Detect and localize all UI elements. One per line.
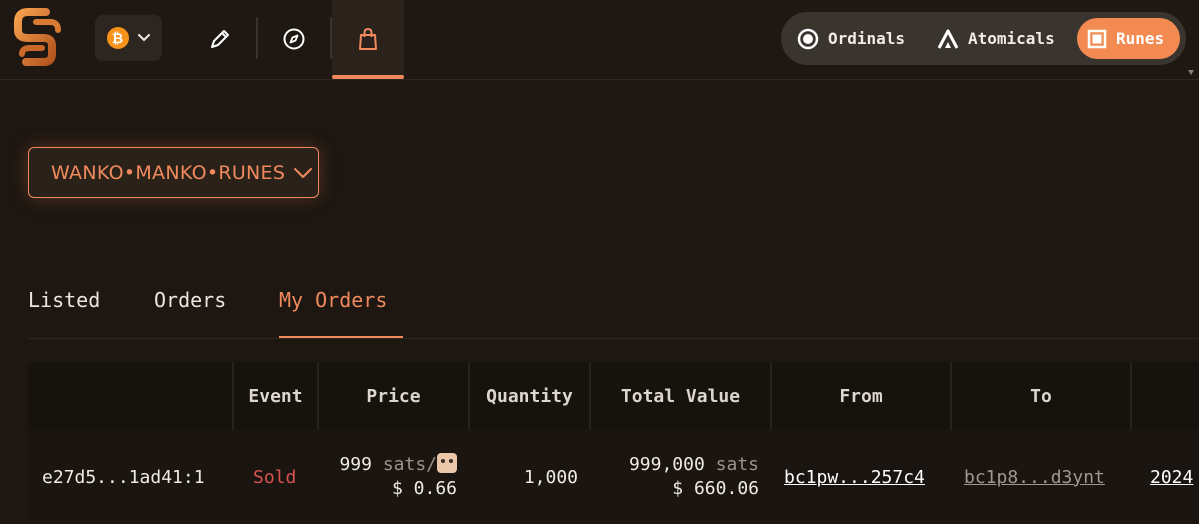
tab-orders[interactable]: Orders [154,285,226,339]
total-unit: sats [715,454,759,475]
rune-selector-dropdown[interactable]: WANKO•MANKO•RUNES [28,147,319,198]
tab-listed-label: Listed [28,288,101,312]
bitcoin-icon: ₿ [106,27,129,49]
table-header: Event Price Quantity Total Value From To [28,362,1199,430]
column-header-quantity[interactable]: Quantity [470,362,591,430]
protocol-switcher: Ordinals Atomicals Runes [781,12,1186,65]
event-cell: Sold [253,466,297,488]
scroll-down-arrow-icon[interactable] [1188,58,1194,76]
pencil-icon [211,30,229,48]
nav-explore-button[interactable] [258,0,330,78]
nav-create-button[interactable] [184,0,256,78]
chevron-down-icon [137,34,150,42]
price-unit: sats/ [382,454,437,475]
chevron-down-icon [294,167,313,178]
tabs-divider [28,338,1199,339]
column-header-outpoint [28,362,234,430]
price-cell: 999 sats/ $ 0.66 [319,430,457,524]
from-address-link[interactable]: bc1pw...257c4 [784,467,925,488]
shopping-bag-icon [359,27,377,50]
table-row[interactable]: e27d5...1ad41:1 Sold 999 sats/ $ 0.66 1,… [28,430,1199,524]
column-header-total-value[interactable]: Total Value [591,362,772,430]
column-header-time[interactable] [1132,362,1199,430]
protocol-runes-label: Runes [1116,29,1165,48]
chain-selector[interactable]: ₿ [95,15,162,61]
square-icon [1087,29,1107,48]
radio-dot-icon [797,28,819,49]
protocol-runes-button[interactable]: Runes [1077,18,1180,59]
quantity-cell: 1,000 [523,466,578,488]
total-value-cell: 999,000 sats $ 660.06 [591,430,759,524]
protocol-atomicals-button[interactable]: Atomicals [927,18,1065,59]
app-logo-icon[interactable] [14,8,64,68]
column-header-to[interactable]: To [952,362,1132,430]
column-header-from[interactable]: From [772,362,952,430]
tab-listed[interactable]: Listed [28,285,100,339]
tab-orders-label: Orders [154,288,227,312]
protocol-ordinals-label: Ordinals [828,29,906,48]
compass-icon [283,28,305,50]
to-address-link[interactable]: bc1p8...d3ynt [964,467,1105,488]
nav-market-button[interactable] [332,0,404,79]
to-cell: bc1p8...d3ynt [964,430,1105,524]
time-cell: 2024 [1150,430,1193,524]
protocol-atomicals-label: Atomicals [968,29,1055,48]
orders-table: Event Price Quantity Total Value From To… [28,362,1199,524]
total-sats-value: 999,000 [628,454,705,475]
from-cell: bc1pw...257c4 [784,430,925,524]
price-usd-value: $ 0.66 [391,478,457,499]
tab-my-orders-label: My Orders [279,288,388,312]
atomicals-icon [937,29,959,49]
outpoint-cell[interactable]: e27d5...1ad41:1 [42,430,205,524]
column-header-event[interactable]: Event [234,362,319,430]
rune-selector-value: WANKO•MANKO•RUNES [51,161,286,184]
tab-my-orders[interactable]: My Orders [279,285,403,339]
rune-symbol-icon [437,453,457,473]
time-link[interactable]: 2024 [1150,467,1193,488]
price-sats-value: 999 [339,454,372,475]
nav-active-indicator [332,75,404,79]
column-header-price[interactable]: Price [319,362,470,430]
total-usd-value: $ 660.06 [672,478,759,499]
protocol-ordinals-button[interactable]: Ordinals [787,18,915,59]
top-header: ₿ Ordinals Atomicals Runes [0,0,1199,80]
